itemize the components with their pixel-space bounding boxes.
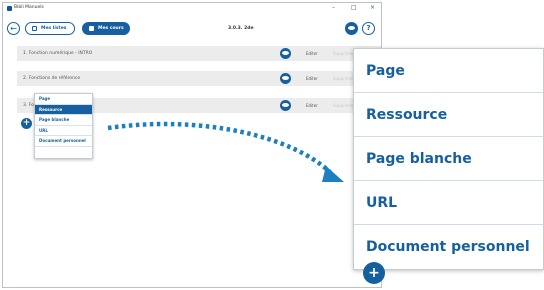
title-bar: Bibli Manuels – □ ×: [3, 3, 381, 14]
menu-item-page[interactable]: Page: [354, 49, 543, 93]
close-button[interactable]: ×: [370, 4, 375, 12]
tab-mes-cours[interactable]: Mes cours: [82, 22, 130, 35]
app-window: Bibli Manuels – □ × ← Mes listes Mes cou…: [2, 2, 382, 288]
edit-button[interactable]: Editer: [306, 50, 318, 57]
calendar-icon: [32, 26, 37, 31]
menu-item-document-personnel[interactable]: Document personnel: [35, 136, 92, 147]
delete-button[interactable]: Supprimer: [333, 50, 354, 57]
menu-item-ressource[interactable]: Ressource: [35, 104, 92, 115]
menu-item-url[interactable]: URL: [35, 126, 92, 136]
edit-button[interactable]: Editer: [306, 102, 318, 109]
add-button[interactable]: +: [21, 118, 32, 129]
chapter-row[interactable]: 1. Fonction numérique - INTRO Editer Sup…: [17, 46, 381, 61]
menu-item-document-personnel[interactable]: Document personnel: [354, 225, 543, 269]
app-title: Bibli Manuels: [14, 5, 44, 10]
menu-item-ressource[interactable]: Ressource: [354, 93, 543, 137]
version-label: 3.0.3. 2de: [228, 26, 254, 31]
tab-label: Mes cours: [98, 26, 124, 31]
visibility-eye-icon[interactable]: [280, 100, 291, 111]
add-content-menu: Page Ressource Page blanche URL Document…: [34, 93, 93, 159]
maximize-button[interactable]: □: [351, 4, 357, 12]
menu-item-page[interactable]: Page: [35, 94, 92, 105]
visibility-eye-icon[interactable]: [280, 48, 291, 59]
arrow-left-icon: ←: [10, 24, 17, 33]
back-button[interactable]: ←: [7, 22, 20, 35]
edit-button[interactable]: Editer: [306, 75, 318, 82]
delete-button[interactable]: Supprimer: [333, 75, 354, 82]
add-button-zoomed[interactable]: +: [363, 262, 385, 284]
tab-label: Mes listes: [41, 26, 67, 31]
delete-button[interactable]: Supprimer: [333, 102, 354, 109]
help-button[interactable]: ?: [362, 22, 375, 35]
tab-mes-listes[interactable]: Mes listes: [25, 22, 75, 35]
row-title: 2. Fonctions de référence: [23, 76, 81, 81]
row-title: 3. Fo: [23, 103, 34, 108]
menu-item-page-blanche[interactable]: Page blanche: [354, 137, 543, 181]
app-logo-icon: [7, 6, 12, 11]
minimize-button[interactable]: –: [332, 4, 335, 12]
add-content-menu-zoomed: Page Ressource Page blanche URL Document…: [353, 48, 544, 270]
menu-item-url[interactable]: URL: [354, 181, 543, 225]
chapter-row[interactable]: 2. Fonctions de référence Editer Supprim…: [17, 71, 381, 86]
visibility-eye-icon[interactable]: [280, 73, 291, 84]
menu-item-page-blanche[interactable]: Page blanche: [35, 115, 92, 126]
book-icon: [89, 26, 94, 31]
preview-button[interactable]: [345, 22, 358, 35]
row-title: 1. Fonction numérique - INTRO: [23, 51, 93, 56]
